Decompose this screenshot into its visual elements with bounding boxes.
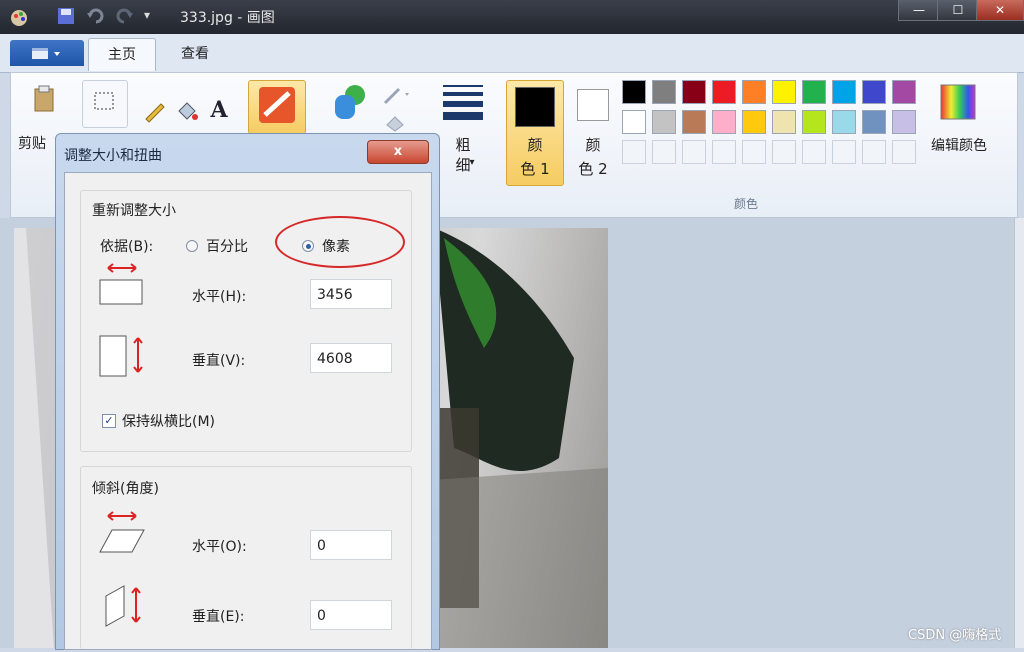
palette-swatch[interactable] — [892, 110, 916, 134]
pencil-tool[interactable] — [140, 96, 170, 126]
palette-swatch[interactable] — [832, 80, 856, 104]
close-window-button[interactable]: ✕ — [976, 0, 1024, 21]
palette-swatch[interactable] — [712, 110, 736, 134]
palette-swatch[interactable] — [802, 80, 826, 104]
basis-label: 依据(B): — [100, 239, 154, 255]
vertical-resize-icon — [98, 332, 146, 386]
clipboard-label: 剪贴 — [18, 136, 46, 152]
maximize-button[interactable]: ☐ — [937, 0, 979, 21]
custom-color-slot[interactable] — [682, 140, 706, 164]
text-tool[interactable]: A — [204, 96, 234, 126]
percent-radio-label[interactable]: 百分比 — [206, 236, 248, 256]
right-scrollbar[interactable] — [1014, 218, 1024, 648]
fill-shape-icon[interactable] — [380, 110, 414, 134]
tab-view[interactable]: 查看 — [162, 38, 228, 70]
palette-swatch[interactable] — [742, 80, 766, 104]
outline-icon[interactable] — [380, 84, 414, 108]
resize-h-label: 水平(H): — [192, 289, 247, 305]
edit-colors-label: 编辑颜色 — [931, 138, 987, 154]
skew-section-title: 倾斜(角度) — [92, 481, 159, 497]
size-button[interactable]: 粗 细 ▾ — [436, 80, 490, 178]
resize-v-label: 垂直(V): — [192, 353, 246, 369]
custom-color-slot[interactable] — [772, 140, 796, 164]
palette-swatch[interactable] — [682, 110, 706, 134]
palette-swatch[interactable] — [682, 80, 706, 104]
resize-h-input[interactable]: 3456 — [310, 279, 392, 309]
palette-swatch[interactable] — [892, 80, 916, 104]
color-palette — [622, 80, 922, 170]
resize-v-input[interactable]: 4608 — [310, 343, 392, 373]
custom-color-slot[interactable] — [712, 140, 736, 164]
color2-button[interactable]: 颜 色 2 — [570, 80, 616, 186]
skew-h-label: 水平(O): — [192, 539, 247, 555]
custom-color-slot[interactable] — [802, 140, 826, 164]
palette-swatch[interactable] — [862, 110, 886, 134]
keep-aspect-checkbox[interactable]: ✓ — [102, 414, 116, 428]
paste-button[interactable] — [20, 80, 68, 130]
fill-tool[interactable] — [172, 96, 202, 126]
palette-swatch[interactable] — [712, 80, 736, 104]
resize-section-title: 重新调整大小 — [92, 203, 176, 219]
highlight-ellipse — [275, 216, 405, 268]
paint-app-icon[interactable] — [8, 6, 28, 26]
dialog-title: 调整大小和扭曲 — [64, 148, 162, 164]
skew-vertical-icon — [98, 582, 146, 636]
skew-v-input[interactable]: 0 — [310, 600, 392, 630]
minimize-button[interactable]: — — [898, 0, 940, 21]
color1-label: 颜 色 1 — [520, 136, 550, 178]
palette-swatch[interactable] — [742, 110, 766, 134]
watermark-text: CSDN @嗨格式 — [908, 628, 1002, 643]
edit-colors-button[interactable]: 编辑颜色 — [922, 80, 996, 158]
size-label: 粗 细 — [455, 136, 471, 174]
undo-icon[interactable] — [86, 6, 106, 26]
skew-v-label: 垂直(E): — [192, 609, 245, 625]
skew-h-input[interactable]: 0 — [310, 530, 392, 560]
palette-swatch[interactable] — [652, 110, 676, 134]
brushes-button[interactable] — [248, 80, 306, 134]
select-tool[interactable] — [82, 80, 128, 128]
custom-color-slot[interactable] — [862, 140, 886, 164]
palette-swatch[interactable] — [622, 80, 646, 104]
percent-radio[interactable] — [186, 240, 198, 252]
skew-horizontal-icon — [98, 510, 146, 560]
palette-swatch[interactable] — [772, 80, 796, 104]
custom-color-slot[interactable] — [892, 140, 916, 164]
color1-swatch — [515, 87, 555, 127]
palette-swatch[interactable] — [862, 80, 886, 104]
color2-swatch — [577, 89, 609, 121]
color1-button[interactable]: 颜 色 1 — [506, 80, 564, 186]
colors-group-label: 颜色 — [734, 197, 759, 211]
window-title: 333.jpg - 画图 — [180, 10, 275, 26]
horizontal-resize-icon — [98, 262, 146, 312]
title-bar — [0, 0, 1024, 34]
palette-swatch[interactable] — [772, 110, 796, 134]
color2-label: 颜 色 2 — [578, 136, 608, 178]
palette-swatch[interactable] — [622, 110, 646, 134]
shapes-button[interactable] — [326, 80, 374, 128]
custom-color-slot[interactable] — [832, 140, 856, 164]
redo-icon[interactable] — [114, 6, 134, 26]
save-icon[interactable] — [56, 6, 76, 26]
paint-menu-button[interactable] — [10, 40, 84, 66]
quick-access-dropdown-icon[interactable]: ▾ — [144, 8, 150, 22]
keep-aspect-label[interactable]: 保持纵横比(M) — [122, 411, 215, 431]
custom-color-slot[interactable] — [622, 140, 646, 164]
palette-swatch[interactable] — [802, 110, 826, 134]
dialog-close-button[interactable]: x — [367, 140, 429, 164]
tab-home[interactable]: 主页 — [88, 38, 156, 71]
custom-color-slot[interactable] — [652, 140, 676, 164]
palette-swatch[interactable] — [652, 80, 676, 104]
custom-color-slot[interactable] — [742, 140, 766, 164]
palette-swatch[interactable] — [832, 110, 856, 134]
